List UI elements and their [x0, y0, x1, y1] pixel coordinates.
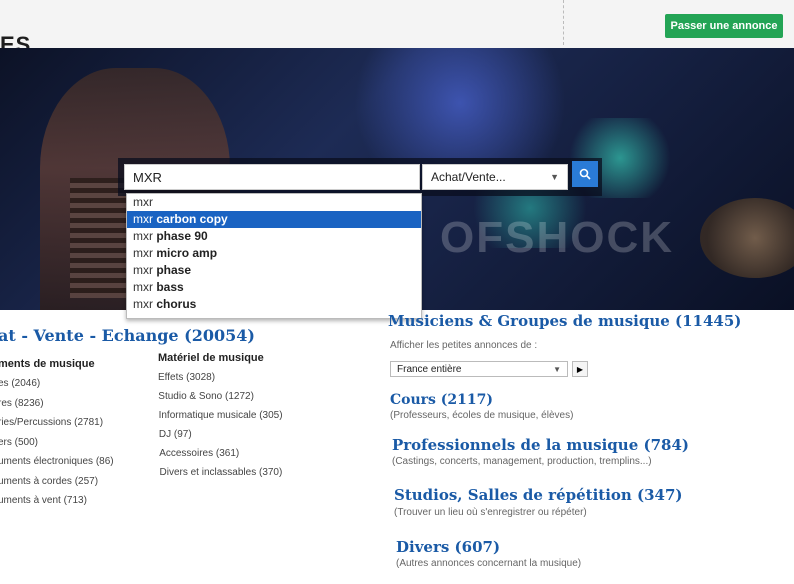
- category-link[interactable]: Informatique musicale (305): [159, 410, 283, 421]
- suggestion-item[interactable]: mxr bass: [127, 279, 421, 296]
- category-link[interactable]: uments électroniques (86): [0, 456, 114, 467]
- filter-label: Afficher les petites annonces de :: [390, 340, 538, 351]
- instruments-heading: ments de musique: [0, 358, 95, 370]
- page: ES Passer une annonce OFSHOCK MXR Achat/…: [0, 0, 794, 584]
- suggestion-completion: phase: [156, 263, 192, 277]
- suggestion-completion: micro amp: [156, 246, 218, 260]
- section-title[interactable]: Professionnels de la musique (784): [392, 436, 689, 454]
- suggestion-item[interactable]: mxr: [127, 194, 421, 211]
- suggestion-item[interactable]: mxr phase 90: [127, 228, 421, 245]
- region-select[interactable]: France entière ▼: [390, 361, 568, 377]
- divider: [563, 0, 564, 45]
- autocomplete-dropdown: mxr mxr carbon copy mxr phase 90 mxr micro …: [126, 193, 422, 319]
- suggestion-prefix: mxr: [133, 263, 153, 277]
- category-link[interactable]: es (2046): [0, 378, 40, 389]
- chevron-down-icon: ▼: [553, 364, 561, 374]
- section-desc: (Professeurs, écoles de musique, élèves): [390, 410, 574, 421]
- section-title[interactable]: Cours (2117): [390, 392, 493, 408]
- category-link[interactable]: ers (500): [0, 437, 38, 448]
- category-link[interactable]: Divers et inclassables (370): [160, 467, 283, 478]
- suggestion-prefix: mxr: [133, 212, 153, 226]
- suggestion-item[interactable]: mxr chorus: [127, 296, 421, 313]
- materiel-heading: Matériel de musique: [158, 352, 264, 364]
- suggestion-completion: chorus: [156, 297, 197, 311]
- suggestion-prefix: mxr: [133, 297, 153, 311]
- category-link[interactable]: ries/Percussions (2781): [0, 417, 103, 428]
- search-input[interactable]: MXR: [124, 164, 420, 190]
- section-desc: (Castings, concerts, management, product…: [392, 456, 652, 467]
- play-icon: ▶: [576, 364, 584, 374]
- search-icon: [579, 168, 591, 180]
- section-desc: (Trouver un lieu où s'enregistrer ou rép…: [394, 507, 587, 518]
- suggestion-prefix: mxr: [133, 195, 153, 209]
- stage-logo: OFSHOCK: [440, 213, 674, 262]
- suggestion-item[interactable]: mxr micro amp: [127, 245, 421, 262]
- section-desc: (Autres annonces concernant la musique): [396, 558, 582, 569]
- category-link[interactable]: DJ (97): [159, 429, 192, 440]
- section-title[interactable]: Divers (607): [396, 538, 500, 556]
- category-link[interactable]: Effets (3028): [158, 372, 215, 383]
- category-link[interactable]: uments à cordes (257): [0, 476, 98, 487]
- category-link[interactable]: Accessoires (361): [159, 448, 239, 459]
- region-go-button[interactable]: ▶: [572, 361, 588, 377]
- suggestion-prefix: mxr: [133, 280, 153, 294]
- musiciens-title[interactable]: Musiciens & Groupes de musique (11445): [388, 312, 741, 330]
- category-link[interactable]: res (8236): [0, 398, 44, 409]
- suggestion-item[interactable]: mxr phase: [127, 262, 421, 279]
- section-title[interactable]: Studios, Salles de répétition (347): [394, 486, 683, 504]
- top-bar: ES Passer une annonce: [0, 0, 794, 57]
- suggestion-prefix: mxr: [133, 246, 153, 260]
- suggestion-completion: carbon copy: [156, 212, 228, 226]
- category-link[interactable]: uments à vent (713): [0, 495, 87, 506]
- achat-vente-title[interactable]: at - Vente - Echange (20054): [0, 326, 255, 345]
- category-select[interactable]: Achat/Vente... ▼: [422, 164, 568, 190]
- chevron-down-icon: ▼: [550, 172, 559, 182]
- category-select-value: Achat/Vente...: [431, 170, 506, 184]
- region-select-value: France entière: [397, 363, 462, 375]
- suggestion-item[interactable]: mxr carbon copy: [127, 211, 421, 228]
- post-ad-button[interactable]: Passer une annonce: [665, 14, 783, 38]
- cymbal-image: [700, 198, 794, 278]
- suggestion-completion: phase 90: [156, 229, 208, 243]
- suggestion-prefix: mxr: [133, 229, 153, 243]
- suggestion-completion: bass: [156, 280, 184, 294]
- search-button[interactable]: [572, 161, 598, 187]
- category-link[interactable]: Studio & Sono (1272): [158, 391, 254, 402]
